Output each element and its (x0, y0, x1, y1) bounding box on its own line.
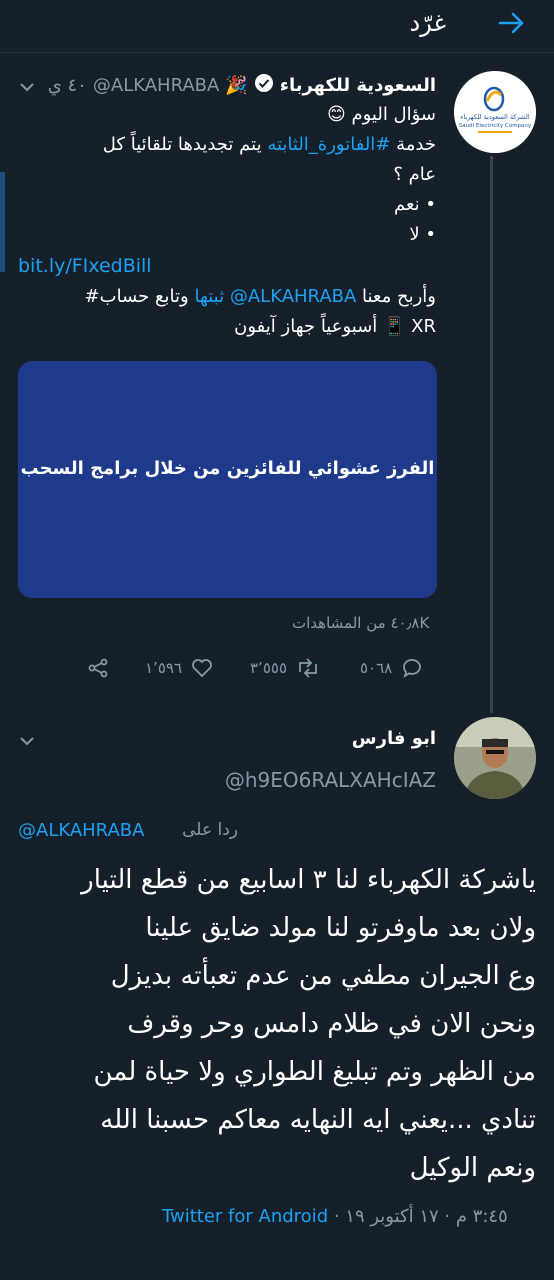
like-action[interactable]: ١٬٥٩٦ (145, 656, 214, 680)
author-handle[interactable]: @ALKAHRABA (93, 75, 219, 96)
left-accent (0, 172, 5, 272)
tweet-text-line: عام ؟ (393, 164, 436, 185)
poll-option-yes: • نعم (393, 194, 436, 215)
text-fragment: خدمة (390, 134, 436, 155)
person-photo-icon (454, 717, 536, 799)
tweet-text-line: XR 📱 أسبوعياً جهاز آيفون (234, 316, 436, 337)
party-emoji: 🎉 (225, 74, 248, 96)
retweet-action[interactable]: ٣٬٥٥٥ (250, 656, 321, 680)
tweet-timestamp: ٣:٤٥ م · ١٧ أكتوبر ١٩ · (328, 1206, 508, 1227)
hashtag-link[interactable]: ثبتها (194, 286, 229, 307)
author-handle[interactable]: @h9EO6RALXAHcIAZ (225, 768, 436, 792)
tweet-time: ٤٠ ي (47, 74, 87, 96)
author-name[interactable]: ابو فارس (352, 728, 436, 749)
tweet-text-line: خدمة #الفاتورة_الثابته يتم تجديدها تلقائ… (16, 130, 436, 160)
tweet-text-line: وأربح معنا @ALKAHRABA ثبتها وتابع حساب# (16, 282, 436, 312)
tweet-body-line: ونحن الان في ظلام دامس وحر وقرف (127, 1009, 536, 1039)
logo-text-en: Saudi Electricity Company (459, 123, 532, 129)
avatar[interactable] (454, 717, 536, 799)
chevron-down-icon[interactable] (18, 78, 36, 96)
text-fragment: يتم تجديدها تلقائياً كل (102, 134, 268, 155)
hashtag-link[interactable]: #الفاتورة_الثابته (267, 134, 390, 155)
media-card[interactable] (18, 361, 437, 598)
chevron-down-icon[interactable] (18, 732, 36, 750)
tweet-body: ياشركة الكهرباء لنا ٣ اسابيع من قطع التي… (16, 856, 536, 1192)
tweet-source[interactable]: Twitter for Android (162, 1206, 328, 1227)
share-button[interactable] (86, 656, 110, 684)
tweet-body-line: ياشركة الكهرباء لنا ٣ اسابيع من قطع التي… (81, 865, 536, 895)
back-arrow-icon[interactable] (496, 8, 526, 38)
like-count: ١٬٥٩٦ (145, 659, 182, 677)
top-bar (0, 0, 554, 53)
reply-action[interactable]: ٥٠٦٨ (360, 656, 424, 680)
tweet-body-line: وع الجيران مطفي من عدم تعبأته بديزل (110, 961, 536, 991)
page-title: غرّد (409, 9, 446, 37)
tweet-body-line: ولان بعد ماوفرتو لنا مولد ضايق علينا (145, 913, 536, 943)
reply-to-label: ردا على (182, 820, 238, 840)
tweet-body-line: من الظهر وتم تبليغ الطواري ولا حياة لمن (93, 1057, 536, 1087)
logo-text-ar: الشركة السعودية للكهرباء (460, 113, 529, 121)
tweet-body-line: تنادي ...يعني ايه النهايه معاكم حسبنا ال… (100, 1105, 536, 1135)
retweet-count: ٣٬٥٥٥ (250, 659, 287, 677)
tweet-link[interactable]: bit.ly/FIxedBill (18, 252, 152, 280)
tweet-text-line: سؤال اليوم 😊 (326, 104, 436, 125)
heart-icon (192, 659, 212, 678)
reply-to-handle[interactable]: @ALKAHRABA (18, 820, 144, 841)
view-count: ٤٠٫٨K من المشاهدات (292, 614, 430, 632)
text-fragment: وأربح معنا (356, 286, 436, 307)
arrow-icon (498, 12, 524, 34)
reply-icon (403, 659, 422, 679)
sec-logo-icon: الشركة السعودية للكهرباء Saudi Electrici… (454, 71, 536, 153)
poll-option-no: • لا (409, 224, 436, 245)
thread-line (490, 156, 493, 713)
avatar[interactable]: الشركة السعودية للكهرباء Saudi Electrici… (454, 71, 536, 153)
reply-count: ٥٠٦٨ (360, 659, 393, 677)
author-name[interactable]: السعودية للكهرباء (280, 75, 436, 96)
verified-icon (254, 73, 274, 97)
mention-link[interactable]: @ALKAHRABA (230, 286, 356, 307)
share-icon (88, 658, 108, 678)
text-fragment: وتابع حساب# (84, 286, 195, 307)
tweet-body-line: ونعم الوكيل (409, 1153, 536, 1183)
retweet-icon (299, 658, 317, 678)
media-text: الفرز عشوائي للفائزين من خلال برامج السح… (20, 458, 435, 479)
